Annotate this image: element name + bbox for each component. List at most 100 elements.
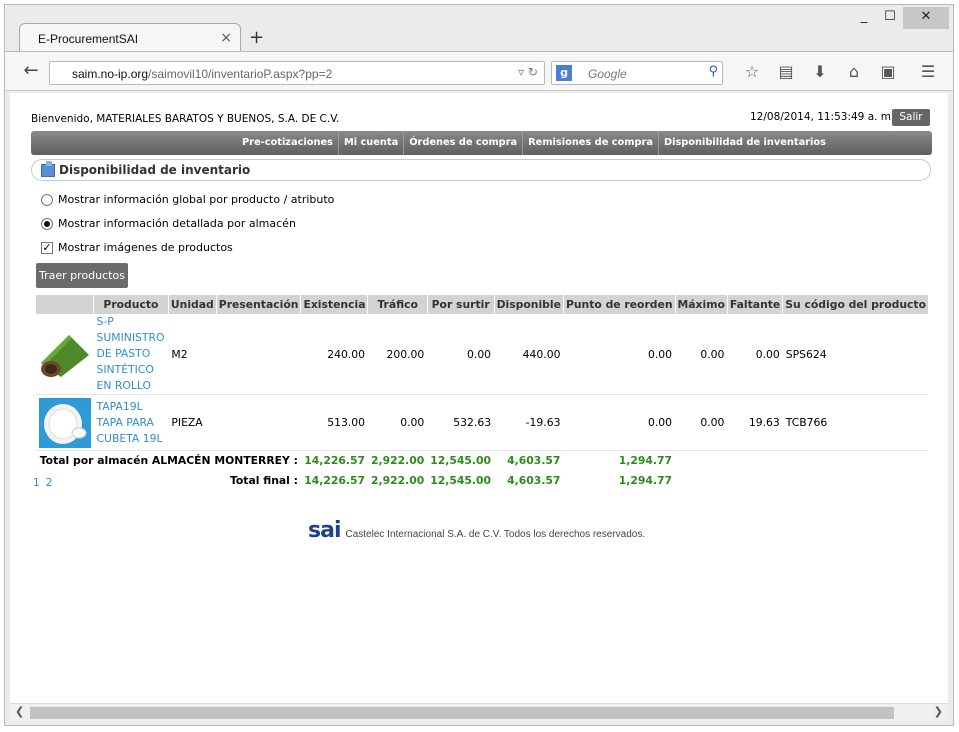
save-icon[interactable]: ▣ [871, 62, 905, 81]
page-viewport: Bienvenido, MATERIALES BARATOS Y BUENOS,… [10, 93, 948, 703]
welcome-text: Bienvenido, MATERIALES BARATOS Y BUENOS,… [31, 113, 340, 125]
col-existencia[interactable]: Existencia [300, 295, 368, 314]
su-codigo-cell: SPS624 [782, 314, 928, 395]
download-icon[interactable]: ⬇ [803, 62, 837, 81]
page-link-1[interactable]: 1 [33, 477, 40, 489]
checkbox-imagenes[interactable]: ✓ [41, 241, 53, 254]
radio-global[interactable] [41, 193, 53, 206]
page-title: Disponibilidad de inventario [59, 163, 251, 177]
trafico-cell: 0.00 [367, 394, 428, 451]
scroll-right-icon[interactable]: ❯ [934, 705, 943, 718]
home-icon[interactable]: ⌂ [837, 62, 871, 81]
total-almacen-trafico: 2,922.00 [370, 454, 425, 468]
table-row: S-P SUMINISTRO DE PASTO SINTÉTICO EN ROL… [35, 314, 928, 395]
total-almacen-disponible: 4,603.57 [507, 454, 561, 468]
option-detallada[interactable]: Mostrar información detallada por almacé… [41, 217, 296, 230]
product-code-link[interactable]: TAPA19L [97, 399, 166, 415]
option-imagenes[interactable]: ✓ Mostrar imágenes de productos [41, 241, 233, 254]
option-global[interactable]: Mostrar información global por producto … [41, 193, 334, 206]
product-name-link[interactable]: SUMINISTRO DE PASTO [97, 330, 166, 362]
col-image [35, 295, 94, 314]
traer-productos-button[interactable]: Traer productos [36, 263, 128, 288]
footer: sai Castelec Internacional S.A. de C.V. … [308, 518, 646, 543]
radio-detallada[interactable] [41, 217, 53, 230]
col-trafico[interactable]: Tráfico [367, 295, 428, 314]
section-header: Disponibilidad de inventario [31, 159, 931, 181]
back-arrow-icon[interactable]: ← [19, 60, 43, 84]
logout-button[interactable]: Salir [892, 109, 930, 126]
col-por-surtir[interactable]: Por surtir [426, 295, 495, 314]
search-icon[interactable]: ⚲ [708, 64, 718, 79]
inventory-table: Producto Unidad Presentación Existencia … [35, 295, 928, 491]
sai-logo: sai [308, 518, 341, 543]
existencia-cell: 513.00 [300, 394, 368, 451]
menu-icon[interactable]: ☰ [911, 62, 945, 81]
menu-item-precotizaciones[interactable]: Pre-cotizaciones [237, 131, 338, 155]
por-surtir-cell: 0.00 [427, 314, 495, 395]
product-name-link-2[interactable]: SINTÉTICO EN ROLLO [97, 362, 166, 394]
address-bar[interactable]: saim.no-ip.org/saimovil10/inventarioP.as… [49, 61, 545, 85]
por-surtir-cell: 532.63 [427, 394, 495, 451]
total-final-por-surtir: 12,545.00 [430, 474, 492, 487]
scroll-thumb[interactable] [30, 707, 894, 719]
menu-item-ordenes[interactable]: Órdenes de compra [403, 131, 522, 155]
option-detallada-label: Mostrar información detallada por almacé… [58, 217, 296, 230]
inventory-icon [41, 161, 55, 177]
table-header-row: Producto Unidad Presentación Existencia … [35, 295, 928, 314]
reload-icon[interactable]: ▿ ↻ [518, 65, 538, 79]
menu-item-remisiones[interactable]: Remisiones de compra [522, 131, 658, 155]
minimize-button[interactable]: _ [851, 7, 877, 29]
scroll-left-icon[interactable]: ❮ [15, 705, 24, 718]
menu-item-mi-cuenta[interactable]: Mi cuenta [337, 131, 403, 155]
browser-tab[interactable]: E-ProcurementSAI × [19, 23, 241, 53]
col-unidad[interactable]: Unidad [167, 295, 217, 314]
product-image-cell [35, 314, 94, 395]
copyright-text: Castelec Internacional S.A. de C.V. Todo… [345, 529, 646, 540]
total-final-trafico: 2,922.00 [370, 474, 425, 487]
unidad-cell: PIEZA [168, 394, 217, 451]
product-name-link[interactable]: TAPA PARA CUBETA 19L [97, 415, 166, 447]
close-window-button[interactable]: ✕ [903, 7, 949, 29]
maximo-cell: 0.00 [675, 314, 728, 395]
presentacion-cell [216, 314, 301, 395]
total-final-disponible: 4,603.57 [507, 474, 561, 487]
faltante-cell: 19.63 [727, 394, 783, 451]
disponible-cell: -19.63 [494, 394, 564, 451]
pager: 12 [33, 477, 58, 489]
col-su-codigo[interactable]: Su código del producto [782, 295, 928, 314]
col-producto[interactable]: Producto [93, 295, 169, 314]
total-final-punto-reorden: 1,294.77 [618, 474, 673, 487]
existencia-cell: 240.00 [300, 314, 368, 395]
total-final-existencia: 14,226.57 [304, 474, 365, 487]
product-code-link[interactable]: S-P [97, 314, 166, 330]
tab-title: E-ProcurementSAI [38, 32, 139, 46]
bucket-lid-image[interactable] [38, 397, 91, 448]
google-icon: g [556, 65, 572, 81]
browser-window: E-ProcurementSAI × + _ ☐ ✕ ← saim.no-ip.… [4, 4, 954, 726]
new-tab-button[interactable]: + [249, 27, 264, 48]
toolbar-icons: ☆ ▤ ⬇ ⌂ ▣ ☰ [735, 62, 945, 81]
search-input[interactable]: Google [588, 67, 627, 81]
menu-item-disponibilidad[interactable]: Disponibilidad de inventarios [657, 131, 831, 155]
option-global-label: Mostrar información global por producto … [58, 193, 335, 206]
col-disponible[interactable]: Disponible [493, 295, 564, 314]
total-almacen-label: Total por almacén ALMACÉN MONTERREY : [39, 454, 298, 468]
page-link-2[interactable]: 2 [46, 477, 53, 489]
table-row: TAPA19L TAPA PARA CUBETA 19L PIEZA 513.0… [35, 394, 928, 451]
total-almacen-row: Total por almacén ALMACÉN MONTERREY : 14… [36, 451, 929, 471]
col-maximo[interactable]: Máximo [674, 295, 728, 314]
grass-roll-image[interactable] [38, 329, 91, 379]
tab-close-icon[interactable]: × [220, 30, 232, 46]
col-faltante[interactable]: Faltante [726, 295, 783, 314]
total-final-row: Total final : 14,226.57 2,922.00 12,545.… [36, 471, 929, 491]
punto-reorden-cell: 0.00 [563, 394, 676, 451]
col-presentacion[interactable]: Presentación [215, 295, 301, 314]
col-punto-reorden[interactable]: Punto de reorden [562, 295, 676, 314]
disponible-cell: 440.00 [494, 314, 564, 395]
faltante-cell: 0.00 [727, 314, 783, 395]
search-bar[interactable]: g Google ⚲ [551, 61, 723, 85]
reading-list-icon[interactable]: ▤ [769, 62, 803, 81]
maximize-button[interactable]: ☐ [877, 7, 903, 29]
bookmark-star-icon[interactable]: ☆ [735, 62, 769, 81]
horizontal-scrollbar[interactable]: ❮ ❯ [10, 703, 948, 721]
